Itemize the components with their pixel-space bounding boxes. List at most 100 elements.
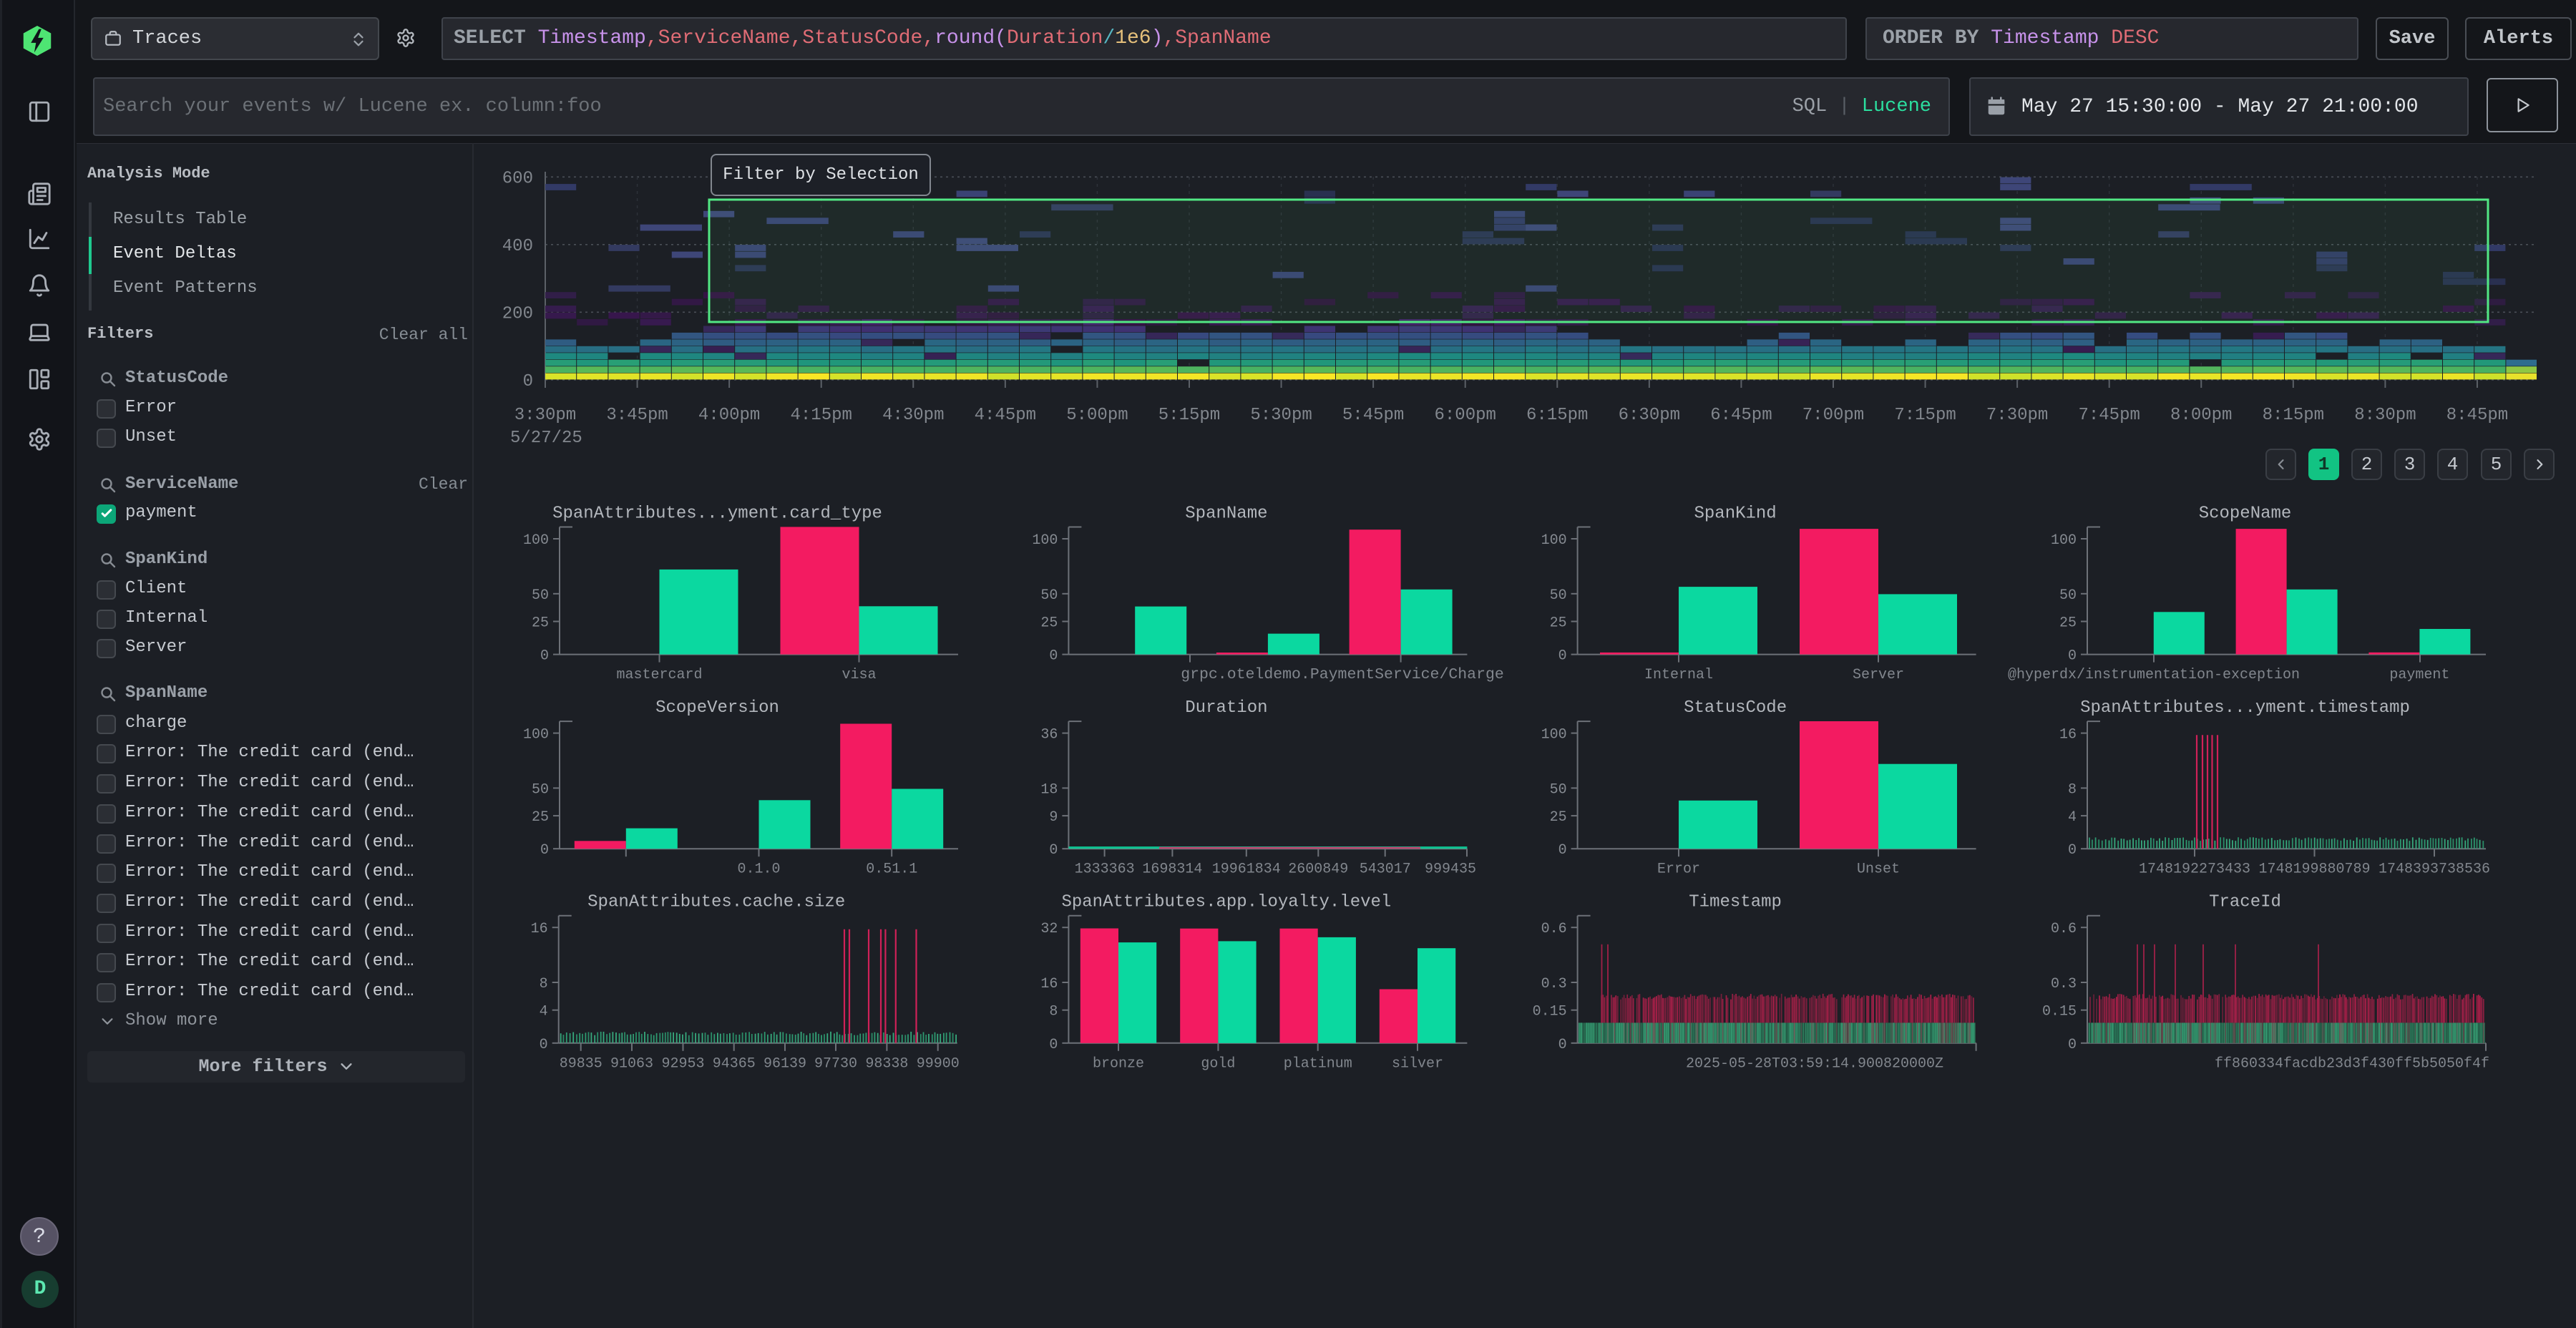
svg-text:50: 50 [1550,587,1567,604]
svg-text:999435: 999435 [1425,861,1476,878]
svg-text:2025-05-28T03:59:14.900820000Z: 2025-05-28T03:59:14.900820000Z [1686,1055,1943,1072]
svg-text:3:45pm: 3:45pm [606,406,668,425]
svg-text:0: 0 [540,842,549,859]
svg-text:Internal: Internal [1644,667,1713,683]
svg-text:0.3: 0.3 [1541,976,1567,992]
svg-text:100: 100 [2051,532,2077,549]
svg-text:25: 25 [532,809,549,826]
svg-text:400: 400 [502,237,533,256]
svg-text:94365: 94365 [713,1055,756,1072]
svg-text:0: 0 [2068,1037,2077,1053]
svg-text:25: 25 [1550,615,1567,632]
svg-text:5:15pm: 5:15pm [1158,406,1220,425]
svg-text:25: 25 [1550,809,1567,826]
svg-text:0.15: 0.15 [2042,1004,2077,1020]
svg-text:1333363: 1333363 [1075,861,1135,878]
svg-text:0: 0 [1049,648,1058,665]
svg-text:16: 16 [2059,727,2077,743]
svg-text:8: 8 [2068,781,2077,798]
svg-text:5:45pm: 5:45pm [1342,406,1404,425]
svg-text:8: 8 [1049,1004,1058,1020]
svg-text:32: 32 [1040,921,1058,937]
svg-text:100: 100 [523,532,549,549]
svg-text:50: 50 [2059,587,2077,604]
svg-text:100: 100 [523,727,549,743]
svg-text:SpanKind: SpanKind [1694,504,1776,524]
svg-text:97730: 97730 [814,1055,857,1072]
svg-text:SpanName: SpanName [1185,504,1267,524]
svg-text:4:30pm: 4:30pm [882,406,944,425]
svg-text:8:30pm: 8:30pm [2354,406,2416,425]
svg-text:3:30pm: 3:30pm [514,406,576,425]
svg-text:5/27/25: 5/27/25 [510,429,582,448]
svg-text:50: 50 [1040,587,1058,604]
svg-text:Unset: Unset [1857,861,1900,878]
svg-text:6:15pm: 6:15pm [1526,406,1588,425]
svg-text:Error: Error [1657,861,1700,878]
svg-text:16: 16 [531,921,548,937]
svg-text:@hyperdx/instrumentation-excep: @hyperdx/instrumentation-exception [2008,667,2300,683]
svg-text:1748199880789: 1748199880789 [2258,861,2370,878]
svg-text:5:30pm: 5:30pm [1250,406,1312,425]
svg-text:0: 0 [2068,842,2077,859]
svg-text:platinum: platinum [1284,1055,1352,1072]
svg-text:4: 4 [540,1004,548,1020]
svg-text:gold: gold [1201,1055,1235,1072]
svg-text:payment: payment [2389,667,2449,683]
svg-text:4:45pm: 4:45pm [975,406,1036,425]
svg-text:100: 100 [1541,727,1567,743]
svg-text:0: 0 [1049,842,1058,859]
svg-text:mastercard: mastercard [616,667,702,683]
svg-text:0.6: 0.6 [1541,921,1567,937]
svg-text:98338: 98338 [865,1055,908,1072]
svg-text:96139: 96139 [763,1055,806,1072]
svg-text:0.51.1: 0.51.1 [866,861,917,878]
svg-text:99900: 99900 [917,1055,960,1072]
svg-text:ScopeName: ScopeName [2199,504,2292,524]
svg-text:0: 0 [1558,842,1567,859]
svg-text:25: 25 [2059,615,2077,632]
svg-text:Server: Server [1853,667,1904,683]
svg-text:4:00pm: 4:00pm [698,406,760,425]
svg-text:1748393738536: 1748393738536 [2379,861,2490,878]
svg-text:36: 36 [1040,727,1058,743]
svg-text:0: 0 [1558,648,1567,665]
svg-text:TraceId: TraceId [2209,893,2281,912]
svg-text:8:45pm: 8:45pm [2446,406,2508,425]
svg-text:19961834: 19961834 [1212,861,1281,878]
svg-text:SpanAttributes.app.loyalty.lev: SpanAttributes.app.loyalty.level [1061,893,1391,912]
svg-text:6:00pm: 6:00pm [1434,406,1496,425]
svg-text:89835: 89835 [560,1055,602,1072]
svg-text:18: 18 [1040,781,1058,798]
svg-text:silver: silver [1392,1055,1443,1072]
svg-text:SpanAttributes.cache.size: SpanAttributes.cache.size [587,893,845,912]
svg-text:1698314: 1698314 [1142,861,1202,878]
svg-text:9: 9 [1049,809,1058,826]
svg-text:0.3: 0.3 [2051,976,2077,992]
svg-text:visa: visa [841,667,876,683]
svg-text:2600849: 2600849 [1288,861,1348,878]
svg-text:50: 50 [1550,781,1567,798]
svg-text:7:45pm: 7:45pm [2078,406,2140,425]
svg-text:8: 8 [540,976,548,992]
svg-text:25: 25 [532,615,549,632]
svg-text:Timestamp: Timestamp [1689,893,1782,912]
svg-text:SpanAttributes...yment.timesta: SpanAttributes...yment.timestamp [2080,698,2410,718]
svg-text:7:15pm: 7:15pm [1894,406,1956,425]
svg-text:grpc.oteldemo.PaymentService/C: grpc.oteldemo.PaymentService/Charge [1181,666,1504,683]
svg-text:Duration: Duration [1185,698,1267,718]
svg-text:4:15pm: 4:15pm [790,406,852,425]
svg-text:100: 100 [1032,532,1058,549]
svg-text:1748192273433: 1748192273433 [2139,861,2250,878]
svg-text:600: 600 [502,169,533,188]
svg-text:50: 50 [532,781,549,798]
svg-text:8:00pm: 8:00pm [2170,406,2232,425]
svg-text:0: 0 [540,1037,548,1053]
svg-text:25: 25 [1040,615,1058,632]
svg-text:8:15pm: 8:15pm [2263,406,2324,425]
svg-text:6:30pm: 6:30pm [1619,406,1680,425]
svg-text:16: 16 [1040,976,1058,992]
svg-text:4: 4 [2068,809,2077,826]
svg-text:100: 100 [1541,532,1567,549]
svg-text:ScopeVersion: ScopeVersion [655,698,779,718]
